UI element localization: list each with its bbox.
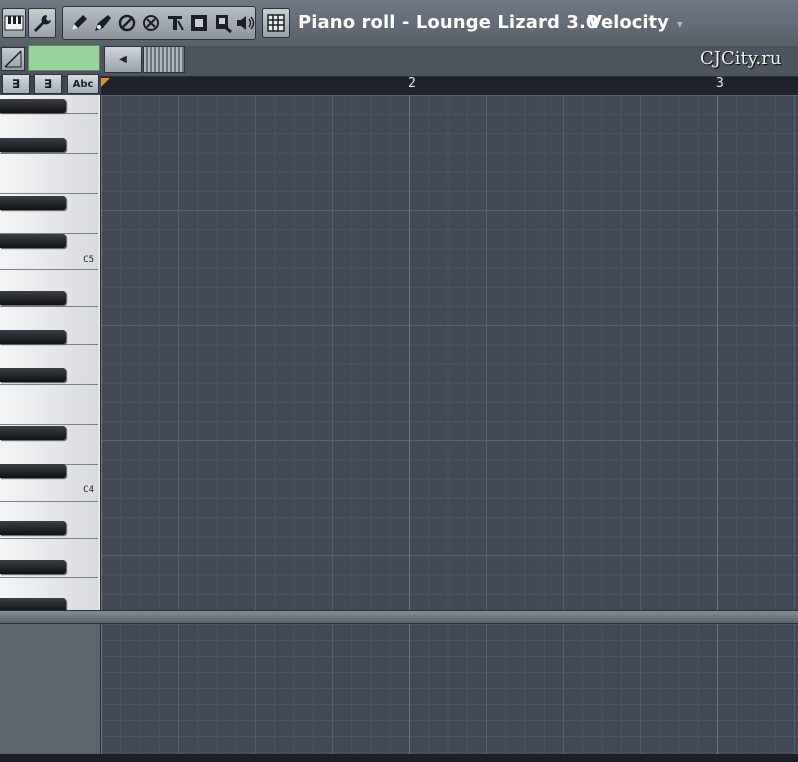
tool-group: [62, 6, 256, 40]
snap-grid-icon[interactable]: [262, 8, 290, 38]
slope-tool-icon[interactable]: [1, 47, 25, 71]
timeline-ruler[interactable]: 2 3: [101, 76, 798, 96]
scroll-grip-handle[interactable]: [143, 46, 185, 73]
velocity-dropdown-caret-icon[interactable]: ▾: [677, 17, 683, 31]
view-option-button-2[interactable]: ∃: [34, 74, 62, 94]
key-label-c5: C5: [83, 255, 94, 265]
black-key[interactable]: [0, 368, 66, 382]
bar-marker-2: 2: [408, 76, 416, 91]
select-tool-icon[interactable]: [187, 10, 210, 36]
key-label-c4: C4: [83, 485, 94, 495]
black-key[interactable]: [0, 560, 66, 574]
delete-tool-icon[interactable]: [115, 10, 138, 36]
note-names-button[interactable]: Abc: [67, 74, 99, 94]
black-key[interactable]: [0, 99, 66, 113]
target-control-text: Velocity: [588, 12, 669, 33]
black-key[interactable]: [0, 291, 66, 305]
watermark-text: CJCity.ru: [700, 48, 782, 69]
white-key[interactable]: [0, 385, 98, 425]
black-key[interactable]: [0, 464, 66, 478]
mute-tool-icon[interactable]: [139, 10, 162, 36]
piano-keyboard[interactable]: C5 C4: [0, 95, 102, 610]
piano-keys-icon[interactable]: [2, 8, 26, 38]
zoom-tool-icon[interactable]: [211, 10, 234, 36]
black-key[interactable]: [0, 598, 66, 610]
draw-tool-icon[interactable]: [67, 10, 90, 36]
playhead-marker-icon[interactable]: [101, 78, 110, 87]
speaker-tool-icon[interactable]: [233, 10, 256, 36]
event-editor-header: [0, 624, 102, 754]
bar-marker-3: 3: [716, 76, 724, 91]
bottom-border: [0, 754, 798, 762]
scroll-left-button[interactable]: ◀: [104, 46, 142, 73]
wrench-icon[interactable]: [28, 8, 56, 38]
black-key[interactable]: [0, 426, 66, 440]
black-key[interactable]: [0, 196, 66, 210]
view-option-button-1[interactable]: ∃: [2, 74, 30, 94]
window-title[interactable]: Piano roll - Lounge Lizard 3.0 ▾: [298, 12, 613, 33]
slice-tool-icon[interactable]: [163, 10, 186, 36]
white-key[interactable]: [0, 154, 98, 194]
color-indicator[interactable]: [28, 45, 100, 71]
target-control-selector[interactable]: Velocity ▾: [588, 12, 683, 33]
black-key[interactable]: [0, 138, 66, 152]
black-key[interactable]: [0, 521, 66, 535]
note-grid[interactable]: [101, 95, 798, 610]
black-key[interactable]: [0, 234, 66, 248]
velocity-lane[interactable]: [101, 624, 798, 754]
window-title-text: Piano roll - Lounge Lizard 3.0: [298, 12, 599, 33]
black-key[interactable]: [0, 330, 66, 344]
paint-tool-icon[interactable]: [91, 10, 114, 36]
event-editor-splitter[interactable]: [0, 610, 798, 624]
